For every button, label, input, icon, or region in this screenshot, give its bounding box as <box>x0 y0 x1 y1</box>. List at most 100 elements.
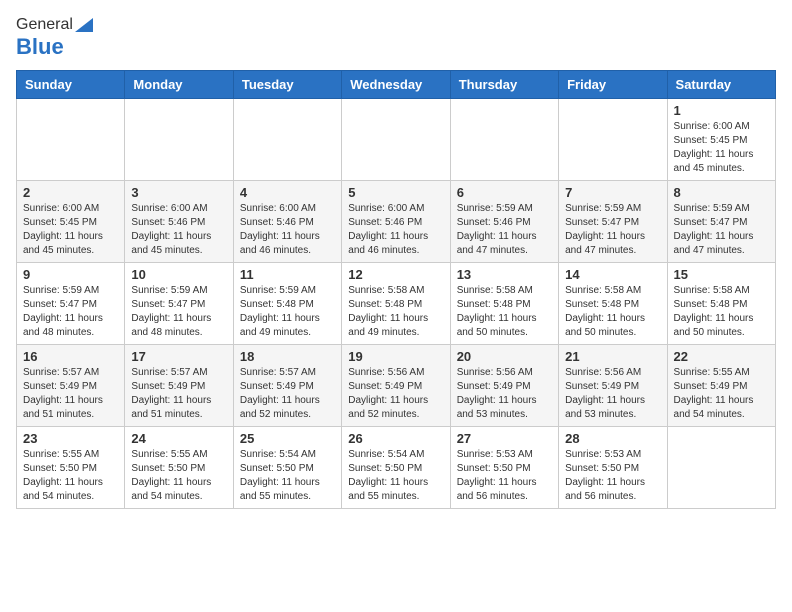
weekday-header-tuesday: Tuesday <box>233 71 341 99</box>
calendar-cell: 27 Sunrise: 5:53 AM Sunset: 5:50 PM Dayl… <box>450 427 558 509</box>
calendar-cell: 17 Sunrise: 5:57 AM Sunset: 5:49 PM Dayl… <box>125 345 233 427</box>
day-info: Sunrise: 6:00 AM Sunset: 5:46 PM Dayligh… <box>240 202 335 258</box>
weekday-header-wednesday: Wednesday <box>342 71 450 99</box>
calendar-cell <box>450 99 558 181</box>
day-info: Sunrise: 5:59 AM Sunset: 5:47 PM Dayligh… <box>23 284 118 340</box>
day-info: Sunrise: 5:54 AM Sunset: 5:50 PM Dayligh… <box>240 448 335 504</box>
day-info: Sunrise: 5:58 AM Sunset: 5:48 PM Dayligh… <box>348 284 443 340</box>
calendar-cell: 28 Sunrise: 5:53 AM Sunset: 5:50 PM Dayl… <box>559 427 667 509</box>
day-info: Sunrise: 5:59 AM Sunset: 5:46 PM Dayligh… <box>457 202 552 258</box>
logo-icon <box>75 18 93 32</box>
calendar-cell: 21 Sunrise: 5:56 AM Sunset: 5:49 PM Dayl… <box>559 345 667 427</box>
calendar-cell: 3 Sunrise: 6:00 AM Sunset: 5:46 PM Dayli… <box>125 181 233 263</box>
calendar-cell <box>17 99 125 181</box>
logo: General Blue <box>16 16 93 60</box>
day-number: 5 <box>348 185 443 200</box>
calendar-cell: 22 Sunrise: 5:55 AM Sunset: 5:49 PM Dayl… <box>667 345 775 427</box>
day-number: 18 <box>240 349 335 364</box>
calendar-cell: 10 Sunrise: 5:59 AM Sunset: 5:47 PM Dayl… <box>125 263 233 345</box>
day-info: Sunrise: 5:59 AM Sunset: 5:47 PM Dayligh… <box>565 202 660 258</box>
weekday-header-thursday: Thursday <box>450 71 558 99</box>
day-info: Sunrise: 5:56 AM Sunset: 5:49 PM Dayligh… <box>348 366 443 422</box>
weekday-header-sunday: Sunday <box>17 71 125 99</box>
day-number: 4 <box>240 185 335 200</box>
calendar-header-row: SundayMondayTuesdayWednesdayThursdayFrid… <box>17 71 776 99</box>
day-info: Sunrise: 6:00 AM Sunset: 5:46 PM Dayligh… <box>131 202 226 258</box>
calendar-cell: 14 Sunrise: 5:58 AM Sunset: 5:48 PM Dayl… <box>559 263 667 345</box>
weekday-header-monday: Monday <box>125 71 233 99</box>
day-info: Sunrise: 5:53 AM Sunset: 5:50 PM Dayligh… <box>457 448 552 504</box>
day-info: Sunrise: 5:57 AM Sunset: 5:49 PM Dayligh… <box>23 366 118 422</box>
calendar-cell: 11 Sunrise: 5:59 AM Sunset: 5:48 PM Dayl… <box>233 263 341 345</box>
day-info: Sunrise: 5:56 AM Sunset: 5:49 PM Dayligh… <box>457 366 552 422</box>
calendar-cell: 9 Sunrise: 5:59 AM Sunset: 5:47 PM Dayli… <box>17 263 125 345</box>
calendar-cell: 24 Sunrise: 5:55 AM Sunset: 5:50 PM Dayl… <box>125 427 233 509</box>
day-number: 27 <box>457 431 552 446</box>
calendar-cell: 23 Sunrise: 5:55 AM Sunset: 5:50 PM Dayl… <box>17 427 125 509</box>
weekday-header-friday: Friday <box>559 71 667 99</box>
calendar-cell: 2 Sunrise: 6:00 AM Sunset: 5:45 PM Dayli… <box>17 181 125 263</box>
calendar-week-5: 23 Sunrise: 5:55 AM Sunset: 5:50 PM Dayl… <box>17 427 776 509</box>
calendar-week-1: 1 Sunrise: 6:00 AM Sunset: 5:45 PM Dayli… <box>17 99 776 181</box>
calendar-cell: 25 Sunrise: 5:54 AM Sunset: 5:50 PM Dayl… <box>233 427 341 509</box>
weekday-header-saturday: Saturday <box>667 71 775 99</box>
calendar-cell: 16 Sunrise: 5:57 AM Sunset: 5:49 PM Dayl… <box>17 345 125 427</box>
calendar-cell <box>233 99 341 181</box>
day-number: 14 <box>565 267 660 282</box>
calendar-cell: 4 Sunrise: 6:00 AM Sunset: 5:46 PM Dayli… <box>233 181 341 263</box>
day-number: 28 <box>565 431 660 446</box>
day-number: 16 <box>23 349 118 364</box>
day-number: 10 <box>131 267 226 282</box>
day-info: Sunrise: 5:57 AM Sunset: 5:49 PM Dayligh… <box>240 366 335 422</box>
calendar-cell <box>667 427 775 509</box>
day-number: 19 <box>348 349 443 364</box>
logo-blue-text: Blue <box>16 34 64 59</box>
day-info: Sunrise: 5:55 AM Sunset: 5:50 PM Dayligh… <box>23 448 118 504</box>
day-number: 7 <box>565 185 660 200</box>
day-info: Sunrise: 6:00 AM Sunset: 5:46 PM Dayligh… <box>348 202 443 258</box>
day-info: Sunrise: 6:00 AM Sunset: 5:45 PM Dayligh… <box>674 120 769 176</box>
calendar-cell: 7 Sunrise: 5:59 AM Sunset: 5:47 PM Dayli… <box>559 181 667 263</box>
day-number: 9 <box>23 267 118 282</box>
calendar-week-3: 9 Sunrise: 5:59 AM Sunset: 5:47 PM Dayli… <box>17 263 776 345</box>
calendar-cell <box>342 99 450 181</box>
day-number: 26 <box>348 431 443 446</box>
day-number: 21 <box>565 349 660 364</box>
logo-general-text: General <box>16 16 73 33</box>
day-number: 6 <box>457 185 552 200</box>
day-info: Sunrise: 5:59 AM Sunset: 5:48 PM Dayligh… <box>240 284 335 340</box>
calendar-cell: 5 Sunrise: 6:00 AM Sunset: 5:46 PM Dayli… <box>342 181 450 263</box>
calendar-cell: 19 Sunrise: 5:56 AM Sunset: 5:49 PM Dayl… <box>342 345 450 427</box>
day-info: Sunrise: 6:00 AM Sunset: 5:45 PM Dayligh… <box>23 202 118 258</box>
day-number: 1 <box>674 103 769 118</box>
day-info: Sunrise: 5:55 AM Sunset: 5:50 PM Dayligh… <box>131 448 226 504</box>
day-info: Sunrise: 5:59 AM Sunset: 5:47 PM Dayligh… <box>131 284 226 340</box>
calendar-cell: 8 Sunrise: 5:59 AM Sunset: 5:47 PM Dayli… <box>667 181 775 263</box>
day-number: 25 <box>240 431 335 446</box>
day-info: Sunrise: 5:56 AM Sunset: 5:49 PM Dayligh… <box>565 366 660 422</box>
page-header: General Blue <box>16 16 776 60</box>
day-number: 15 <box>674 267 769 282</box>
calendar-cell <box>125 99 233 181</box>
calendar-cell: 18 Sunrise: 5:57 AM Sunset: 5:49 PM Dayl… <box>233 345 341 427</box>
day-info: Sunrise: 5:53 AM Sunset: 5:50 PM Dayligh… <box>565 448 660 504</box>
calendar-table: SundayMondayTuesdayWednesdayThursdayFrid… <box>16 70 776 509</box>
day-info: Sunrise: 5:58 AM Sunset: 5:48 PM Dayligh… <box>565 284 660 340</box>
day-number: 11 <box>240 267 335 282</box>
day-info: Sunrise: 5:58 AM Sunset: 5:48 PM Dayligh… <box>457 284 552 340</box>
day-number: 20 <box>457 349 552 364</box>
calendar-cell: 13 Sunrise: 5:58 AM Sunset: 5:48 PM Dayl… <box>450 263 558 345</box>
calendar-cell: 20 Sunrise: 5:56 AM Sunset: 5:49 PM Dayl… <box>450 345 558 427</box>
day-number: 17 <box>131 349 226 364</box>
calendar-cell: 1 Sunrise: 6:00 AM Sunset: 5:45 PM Dayli… <box>667 99 775 181</box>
day-info: Sunrise: 5:57 AM Sunset: 5:49 PM Dayligh… <box>131 366 226 422</box>
day-number: 3 <box>131 185 226 200</box>
calendar-cell: 12 Sunrise: 5:58 AM Sunset: 5:48 PM Dayl… <box>342 263 450 345</box>
day-number: 22 <box>674 349 769 364</box>
calendar-week-2: 2 Sunrise: 6:00 AM Sunset: 5:45 PM Dayli… <box>17 181 776 263</box>
day-info: Sunrise: 5:58 AM Sunset: 5:48 PM Dayligh… <box>674 284 769 340</box>
calendar-cell: 15 Sunrise: 5:58 AM Sunset: 5:48 PM Dayl… <box>667 263 775 345</box>
calendar-week-4: 16 Sunrise: 5:57 AM Sunset: 5:49 PM Dayl… <box>17 345 776 427</box>
day-number: 12 <box>348 267 443 282</box>
calendar-cell: 6 Sunrise: 5:59 AM Sunset: 5:46 PM Dayli… <box>450 181 558 263</box>
